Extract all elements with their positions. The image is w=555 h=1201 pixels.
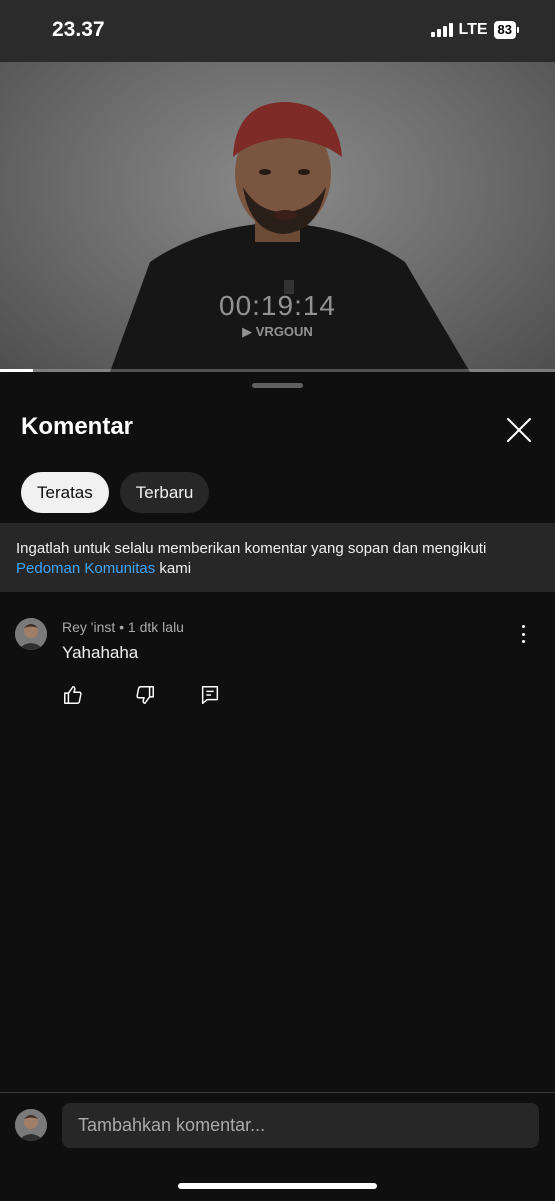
- notice-text: Ingatlah untuk selalu memberikan komenta…: [16, 540, 487, 557]
- drag-handle[interactable]: [252, 383, 303, 388]
- battery-level: 83: [493, 21, 516, 39]
- reply-icon[interactable]: [199, 684, 221, 706]
- chip-teratas[interactable]: Teratas: [21, 472, 109, 513]
- video-timestamp-overlay: 00:19:14: [219, 290, 336, 321]
- close-button[interactable]: [502, 413, 536, 447]
- status-bar: 23.37 LTE 83: [0, 0, 555, 62]
- network-type: LTE: [458, 21, 488, 38]
- status-time: 23.37: [52, 18, 105, 41]
- signal-icon: [430, 23, 453, 37]
- my-avatar: [15, 1109, 47, 1141]
- video-player[interactable]: 00:19:14 ▶ VRGOUN: [0, 62, 555, 372]
- comments-sheet: Komentar Teratas Terbaru Ingatlah untuk …: [0, 372, 555, 1201]
- avatar[interactable]: [15, 618, 47, 650]
- community-notice: Ingatlah untuk selalu memberikan komenta…: [0, 523, 555, 592]
- home-indicator[interactable]: [178, 1183, 377, 1189]
- thumb-down-icon[interactable]: [134, 684, 156, 706]
- add-comment-bar: [0, 1092, 555, 1201]
- comment-meta: Rey 'inst • 1 dtk lalu: [62, 619, 184, 635]
- comment-text: Yahahaha: [62, 643, 139, 662]
- more-vert-icon[interactable]: [515, 623, 531, 645]
- thumb-up-icon[interactable]: [62, 684, 84, 706]
- comment-actions: [62, 684, 232, 706]
- sheet-title: Komentar: [21, 413, 134, 440]
- comment-item: Rey 'inst • 1 dtk lalu Yahahaha: [0, 617, 555, 707]
- close-icon: [507, 418, 531, 442]
- notice-text-end: kami: [155, 560, 192, 577]
- add-comment-input[interactable]: [62, 1103, 539, 1148]
- status-indicators: LTE 83: [430, 21, 519, 39]
- sort-filter-chips: Teratas Terbaru: [21, 472, 210, 513]
- community-guidelines-link[interactable]: Pedoman Komunitas: [16, 560, 155, 577]
- chip-terbaru[interactable]: Terbaru: [119, 472, 210, 513]
- battery-icon: 83: [493, 21, 519, 39]
- video-watermark: ▶ VRGOUN: [242, 324, 313, 339]
